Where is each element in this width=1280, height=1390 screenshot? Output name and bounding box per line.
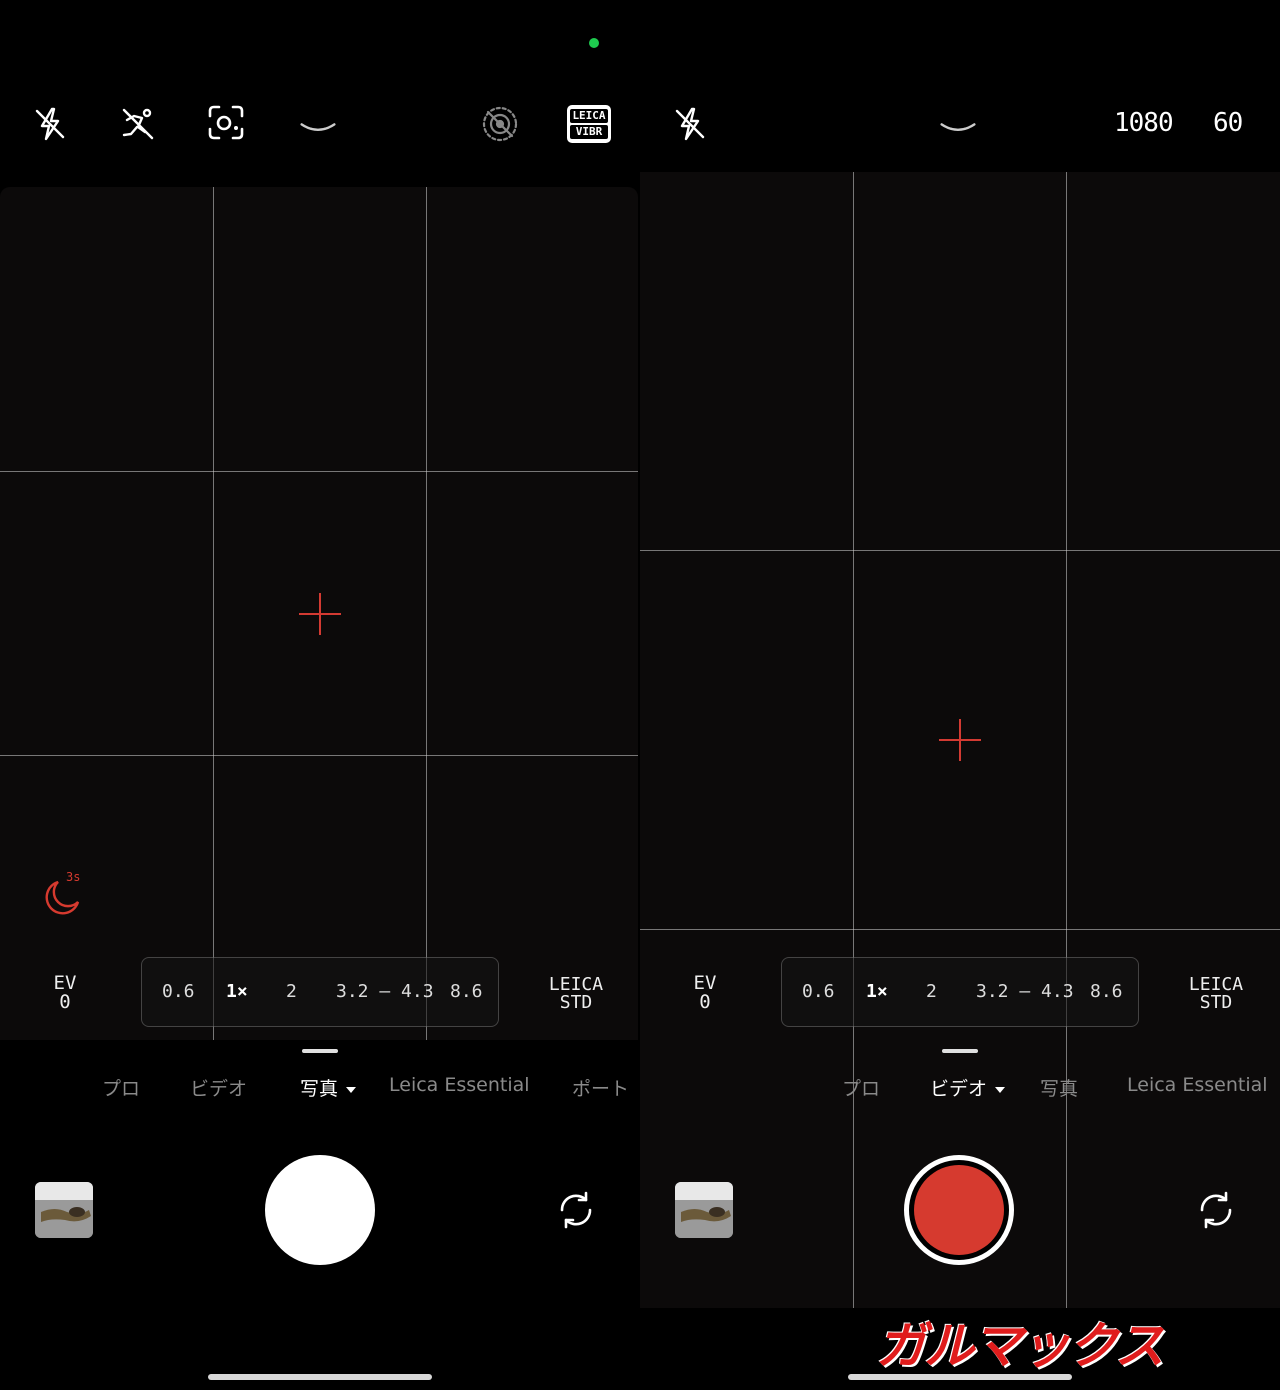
zoom-option[interactable]: 0.6 xyxy=(802,958,835,1026)
resolution-button[interactable]: 1080 xyxy=(1114,108,1174,138)
grid-line-vertical xyxy=(1066,172,1067,1308)
gallery-thumbnail[interactable] xyxy=(35,1182,93,1238)
mode-photo[interactable]: 写真 xyxy=(300,1074,357,1101)
ev-control[interactable]: EV 0 xyxy=(680,974,730,1012)
night-mode-icon[interactable]: 3s xyxy=(40,870,84,920)
flash-off-icon[interactable] xyxy=(30,104,70,144)
shutter-button[interactable] xyxy=(265,1155,375,1265)
focus-crosshair xyxy=(299,593,341,635)
zoom-option[interactable]: 2 xyxy=(286,958,297,1026)
ev-value: 0 xyxy=(59,991,71,1013)
mode-video[interactable]: ビデオ xyxy=(190,1074,247,1101)
record-button[interactable] xyxy=(904,1155,1014,1265)
chevron-down-icon[interactable] xyxy=(298,108,338,148)
viewfinder[interactable]: 3s xyxy=(0,187,638,1040)
live-photo-off-icon[interactable] xyxy=(480,104,520,144)
mode-pro[interactable]: プロ xyxy=(842,1074,880,1101)
zoom-option[interactable]: 8.6 xyxy=(450,958,483,1026)
video-camera-screen: 1080 60 EV 0 0.6 1× 2 3.2 – 4.3 8.6 LEIC… xyxy=(640,0,1280,1390)
grid-line-horizontal xyxy=(640,550,1280,551)
mode-leica-essential[interactable]: Leica Essential xyxy=(389,1074,530,1096)
night-timer-label: 3s xyxy=(66,870,81,884)
drawer-handle[interactable] xyxy=(302,1049,338,1053)
mode-photo-label: 写真 xyxy=(300,1078,339,1100)
zoom-option[interactable]: 3.2 – 4.3 xyxy=(336,958,434,1026)
color-profile-button[interactable]: LEICA STD xyxy=(541,976,611,1012)
zoom-selector: 0.6 1× 2 3.2 – 4.3 8.6 xyxy=(141,957,499,1027)
leica-badge-line1: LEICA xyxy=(570,109,608,123)
record-button-fill xyxy=(914,1165,1004,1255)
gallery-thumbnail[interactable] xyxy=(675,1182,733,1238)
viewfinder[interactable] xyxy=(640,172,1280,1308)
leica-vibrant-badge[interactable]: LEICA VIBR xyxy=(567,105,611,143)
mode-video-label: ビデオ xyxy=(930,1078,988,1100)
zoom-selector: 0.6 1× 2 3.2 – 4.3 8.6 xyxy=(781,957,1139,1027)
switch-camera-icon[interactable] xyxy=(554,1188,598,1232)
zoom-option[interactable]: 2 xyxy=(926,958,937,1026)
photo-camera-screen: LEICA VIBR 3s EV 0 0.6 1× 2 3.2 – 4.3 8.… xyxy=(0,0,640,1390)
grid-line-horizontal xyxy=(640,929,1280,930)
caret-down-icon xyxy=(346,1086,357,1093)
mode-portrait[interactable]: ポート xyxy=(572,1074,629,1101)
site-watermark-logo: ガルマックス xyxy=(876,1317,1165,1375)
mode-leica-essential[interactable]: Leica Essential xyxy=(1127,1074,1268,1096)
grid-line-vertical xyxy=(426,187,427,1040)
grid-line-vertical xyxy=(853,172,854,1308)
ev-control[interactable]: EV 0 xyxy=(40,974,90,1012)
grid-line-horizontal xyxy=(0,755,638,756)
mode-pro[interactable]: プロ xyxy=(102,1074,140,1101)
home-indicator[interactable] xyxy=(208,1374,432,1380)
mode-video[interactable]: ビデオ xyxy=(930,1074,1006,1101)
frame-rate-button[interactable]: 60 xyxy=(1213,108,1243,138)
zoom-option-active[interactable]: 1× xyxy=(866,958,888,1026)
focus-crosshair xyxy=(939,719,981,761)
color-profile-button[interactable]: LEICA STD xyxy=(1181,976,1251,1012)
flash-off-icon[interactable] xyxy=(670,104,710,144)
caret-down-icon xyxy=(995,1086,1006,1093)
zoom-option[interactable]: 8.6 xyxy=(1090,958,1123,1026)
leica-badge-line2: VIBR xyxy=(570,125,608,139)
color-profile-line2: STD xyxy=(1199,992,1233,1013)
switch-camera-icon[interactable] xyxy=(1194,1188,1238,1232)
grid-line-horizontal xyxy=(0,471,638,472)
chevron-down-icon[interactable] xyxy=(938,108,978,148)
zoom-option-active[interactable]: 1× xyxy=(226,958,248,1026)
motion-off-icon[interactable] xyxy=(118,104,158,144)
ev-value: 0 xyxy=(699,991,711,1013)
zoom-option[interactable]: 3.2 – 4.3 xyxy=(976,958,1074,1026)
camera-in-use-indicator xyxy=(589,38,599,48)
color-profile-line2: STD xyxy=(559,992,593,1013)
lens-scan-icon[interactable] xyxy=(206,102,246,142)
zoom-option[interactable]: 0.6 xyxy=(162,958,195,1026)
mode-photo[interactable]: 写真 xyxy=(1040,1074,1078,1101)
grid-line-vertical xyxy=(213,187,214,1040)
drawer-handle[interactable] xyxy=(942,1049,978,1053)
